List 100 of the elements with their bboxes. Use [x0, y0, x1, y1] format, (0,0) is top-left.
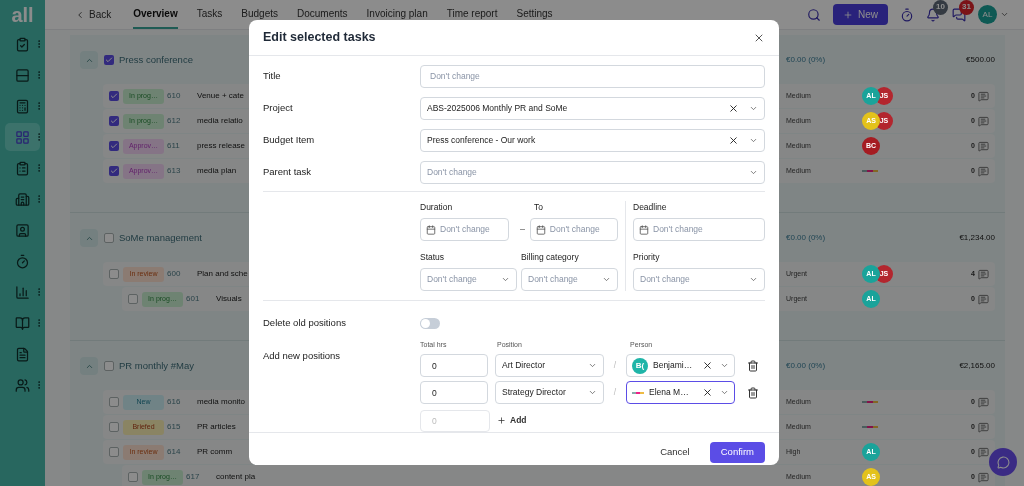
- checkbox[interactable]: [109, 397, 119, 407]
- chat-icon[interactable]: [952, 7, 966, 22]
- new-button[interactable]: New: [833, 4, 888, 25]
- field-label: Title: [263, 68, 282, 83]
- task-title[interactable]: Venue + cate: [197, 90, 244, 102]
- calendar-icon: [639, 224, 649, 235]
- select-field[interactable]: Strategy Director: [495, 381, 604, 404]
- select-field[interactable]: Don't change: [633, 268, 765, 291]
- toggle-switch[interactable]: [420, 317, 440, 329]
- clear-icon[interactable]: [702, 387, 713, 398]
- checkbox[interactable]: [109, 269, 119, 279]
- notification-badge: 31: [959, 0, 974, 15]
- title-input[interactable]: Don't change: [420, 64, 765, 88]
- checkbox[interactable]: [128, 294, 138, 304]
- hours-input[interactable]: 0: [420, 354, 488, 377]
- nav-tab[interactable]: Budgets: [241, 0, 278, 29]
- select-field[interactable]: Press conference - Our work: [420, 128, 765, 152]
- checkbox[interactable]: [109, 141, 119, 151]
- stopwatch-icon[interactable]: [900, 7, 914, 22]
- nav-tab[interactable]: Documents: [297, 0, 348, 29]
- task-number: 614: [167, 446, 182, 458]
- cancel-button[interactable]: Cancel: [650, 442, 700, 463]
- chevron-down-icon: [749, 275, 758, 284]
- chat-bubble-icon: [996, 455, 1010, 469]
- chevron-down-icon: [501, 275, 510, 284]
- field-label: Deadline: [633, 201, 668, 214]
- task-number: 600: [167, 268, 182, 280]
- person-select[interactable]: B( Benjami…: [626, 354, 735, 377]
- comment-icon[interactable]: [978, 115, 989, 127]
- task-title[interactable]: media monito: [197, 396, 246, 408]
- delete-icon[interactable]: [747, 359, 759, 372]
- chevron-down-icon: [588, 388, 597, 397]
- checkbox[interactable]: [109, 447, 119, 457]
- chevron-down-icon[interactable]: [1000, 10, 1009, 19]
- comment-icon[interactable]: [978, 421, 989, 433]
- comment-icon[interactable]: [978, 165, 989, 177]
- task-number: 610: [167, 90, 182, 102]
- no-avatar-icon: [632, 391, 644, 394]
- date-field[interactable]: Don't change: [633, 218, 765, 241]
- clear-icon[interactable]: [728, 134, 739, 146]
- task-number: 615: [167, 421, 182, 433]
- task-title[interactable]: media plan: [197, 165, 237, 177]
- select-field[interactable]: Don't change: [521, 268, 618, 291]
- nav-tab[interactable]: Tasks: [196, 0, 223, 29]
- task-title[interactable]: PR comm: [197, 446, 233, 458]
- task-title[interactable]: media relatio: [197, 115, 243, 127]
- checkbox[interactable]: [109, 166, 119, 176]
- chevron-down-icon: [602, 275, 611, 284]
- search-icon[interactable]: [807, 7, 821, 22]
- task-title[interactable]: press release: [197, 140, 246, 152]
- checkbox[interactable]: [109, 116, 119, 126]
- checkbox[interactable]: [104, 361, 114, 371]
- nav-tab[interactable]: Settings: [516, 0, 553, 29]
- select-field[interactable]: Don't change: [420, 160, 765, 184]
- calculator-icon: [15, 98, 30, 114]
- hours-input[interactable]: 0: [420, 381, 488, 404]
- bell-icon[interactable]: [926, 7, 940, 22]
- comment-icon[interactable]: [978, 446, 989, 458]
- comment-icon[interactable]: [978, 471, 989, 483]
- checkbox[interactable]: [104, 55, 114, 65]
- checkbox[interactable]: [109, 422, 119, 432]
- confirm-button[interactable]: Confirm: [709, 442, 765, 463]
- select-field[interactable]: ABS-2025006 Monthly PR and SoMe: [420, 96, 765, 120]
- comment-icon[interactable]: [978, 90, 989, 102]
- select-field[interactable]: Don't change: [420, 268, 517, 291]
- task-title[interactable]: PR articles: [197, 421, 236, 433]
- hours-input[interactable]: 0: [420, 409, 490, 432]
- chat-launcher[interactable]: [989, 448, 1017, 476]
- stopwatch-icon: [15, 253, 30, 269]
- comment-icon[interactable]: [978, 293, 989, 305]
- calendar-icon: [535, 224, 546, 235]
- date-field[interactable]: Don't change: [420, 218, 509, 241]
- nav-tab[interactable]: Overview: [133, 0, 178, 29]
- field-label: Add new positions: [263, 349, 342, 363]
- person-select[interactable]: Elena M…: [626, 381, 735, 404]
- plus-icon: [843, 9, 853, 20]
- checkbox[interactable]: [109, 91, 119, 101]
- group-name: Press conference: [119, 52, 193, 67]
- back-link[interactable]: Back: [75, 7, 112, 22]
- checkbox[interactable]: [128, 472, 138, 482]
- delete-icon[interactable]: [747, 386, 759, 399]
- calendar-icon: [426, 224, 436, 235]
- sidebar-item[interactable]: [5, 123, 40, 151]
- date-field[interactable]: Don't change: [529, 218, 618, 241]
- task-title[interactable]: Visuals: [216, 293, 242, 305]
- add-position-button[interactable]: Add: [497, 414, 527, 427]
- comment-icon[interactable]: [978, 140, 989, 152]
- nav-tab[interactable]: Invoicing plan: [366, 0, 428, 29]
- comment-icon[interactable]: [978, 268, 989, 280]
- person-avatar: B(: [632, 357, 648, 374]
- budget-total: €1,234.00: [958, 232, 995, 244]
- checkbox[interactable]: [104, 233, 114, 243]
- nav-tab[interactable]: Time report: [446, 0, 498, 29]
- task-title[interactable]: Plan and sche: [197, 268, 248, 280]
- clear-icon[interactable]: [728, 102, 739, 114]
- comment-icon[interactable]: [978, 396, 989, 408]
- select-field[interactable]: Art Director: [495, 354, 604, 377]
- clear-icon[interactable]: [702, 360, 713, 371]
- task-title[interactable]: content pla: [216, 471, 256, 483]
- task-number: 611: [167, 140, 181, 152]
